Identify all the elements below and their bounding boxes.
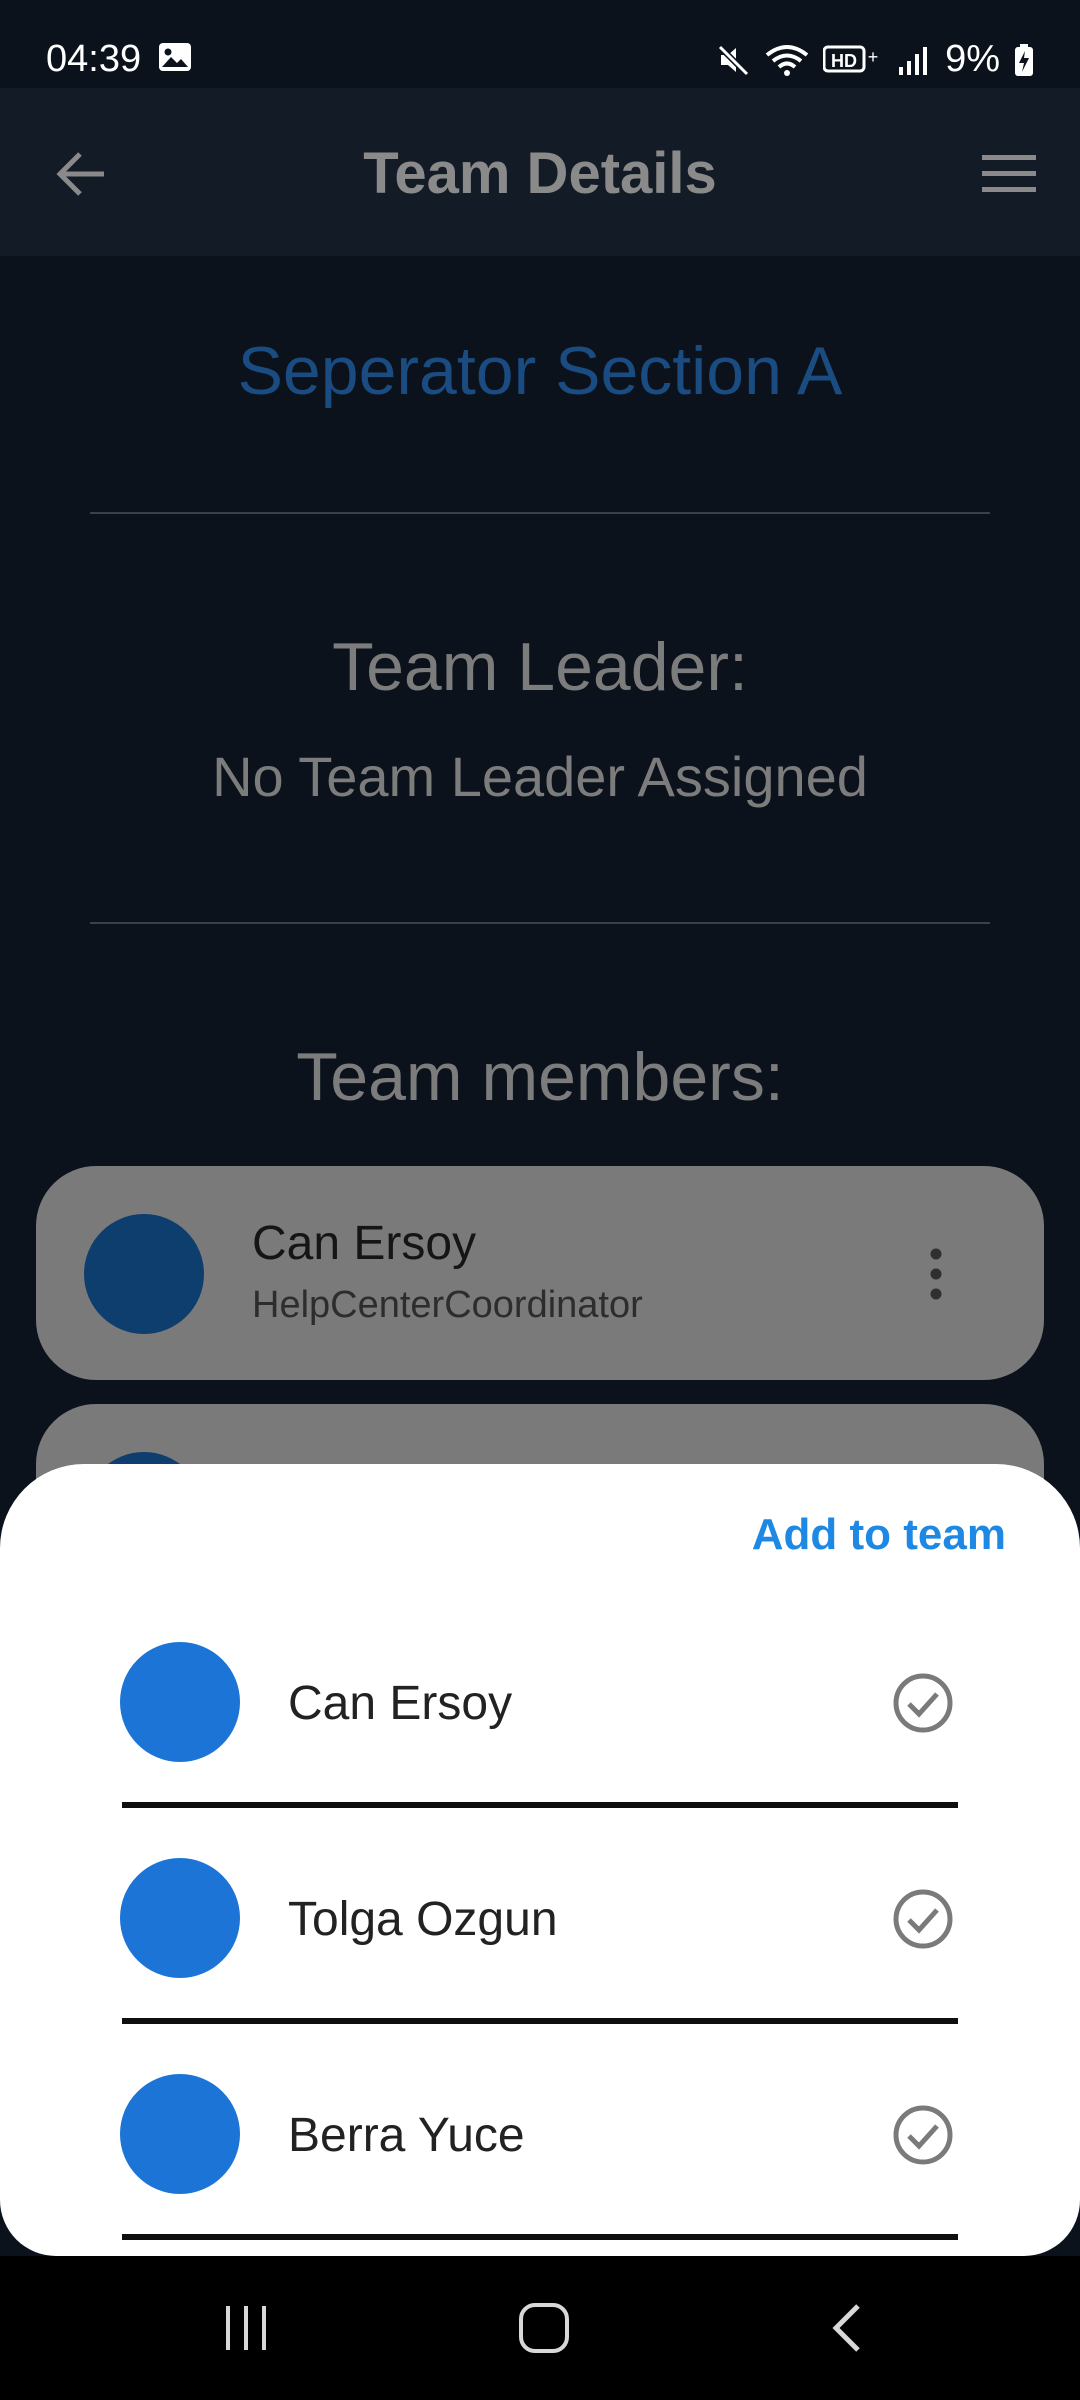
avatar — [84, 1214, 204, 1334]
status-time: 04:39 — [46, 38, 142, 80]
user-name: Can Ersoy — [288, 1677, 513, 1730]
team-leader-value: No Team Leader Assigned — [212, 745, 868, 808]
signal-icon — [899, 46, 928, 75]
check-circle-icon[interactable] — [892, 1888, 954, 1950]
divider — [122, 2234, 958, 2240]
list-item[interactable]: Tolga Ozgun — [0, 1808, 1080, 2024]
member-name: Can Ersoy — [252, 1217, 477, 1270]
system-nav-bar — [0, 2256, 1080, 2400]
add-to-team-button[interactable]: Add to team — [752, 1510, 1006, 1560]
member-card[interactable]: Can Ersoy HelpCenterCoordinator — [36, 1166, 1044, 1380]
wifi-icon — [765, 44, 809, 76]
back-icon[interactable] — [820, 2300, 876, 2356]
mute-icon — [717, 44, 750, 76]
hd-voice-icon: HD + — [823, 45, 879, 72]
add-to-team-sheet: Add to team Can Ersoy Tolga Ozgun Berra … — [0, 1464, 1080, 2256]
avatar — [120, 1858, 240, 1978]
recent-apps-icon[interactable] — [218, 2300, 274, 2356]
gallery-icon — [159, 43, 191, 71]
user-name: Berra Yuce — [288, 2109, 525, 2162]
avatar — [120, 1642, 240, 1762]
hamburger-menu-icon[interactable] — [980, 152, 1038, 196]
svg-text:HD: HD — [831, 51, 857, 71]
page-title: Team Details — [363, 141, 717, 206]
member-role: HelpCenterCoordinator — [252, 1284, 643, 1326]
divider — [90, 922, 990, 924]
check-circle-icon[interactable] — [892, 1672, 954, 1734]
home-icon[interactable] — [516, 2300, 572, 2356]
user-name: Tolga Ozgun — [288, 1893, 558, 1946]
more-vert-icon[interactable] — [930, 1248, 942, 1300]
svg-text:+: + — [868, 47, 879, 67]
battery-charging-icon — [1015, 43, 1033, 76]
app-bar: Team Details — [0, 88, 1080, 256]
divider — [90, 512, 990, 514]
status-bar: 04:39 HD + 9% — [0, 0, 1080, 88]
list-item[interactable]: Berra Yuce — [0, 2024, 1080, 2240]
team-members-label: Team members: — [296, 1039, 784, 1115]
status-icons: HD + 9% — [717, 38, 1034, 81]
check-circle-icon[interactable] — [892, 2104, 954, 2166]
battery-level: 9% — [945, 38, 1000, 80]
list-item[interactable]: Can Ersoy — [0, 1592, 1080, 1808]
section-title: Seperator Section A — [237, 333, 843, 409]
avatar — [120, 2074, 240, 2194]
team-leader-label: Team Leader: — [332, 629, 748, 705]
